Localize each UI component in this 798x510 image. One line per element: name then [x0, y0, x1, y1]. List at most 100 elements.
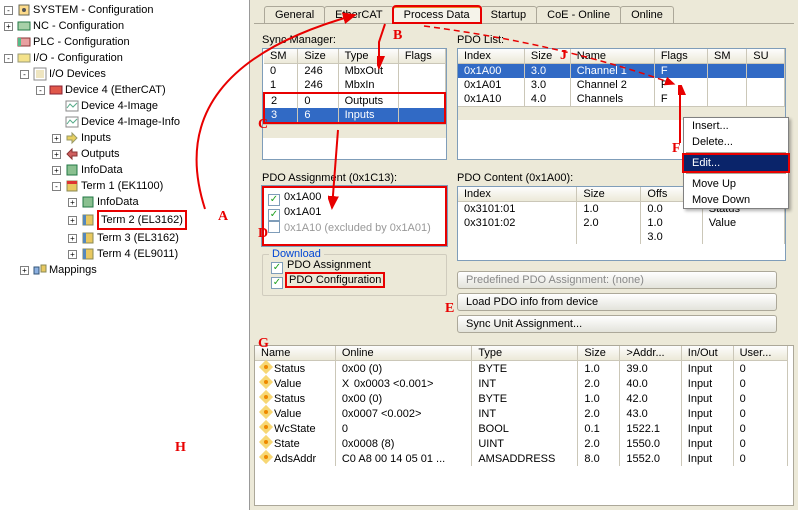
tree-item[interactable]: +Term 3 (EL3162): [2, 230, 249, 246]
column-header[interactable]: Index: [458, 187, 577, 202]
column-header[interactable]: Size: [578, 346, 620, 361]
tree-item[interactable]: PLC - Configuration: [2, 34, 249, 50]
menu-item[interactable]: Move Down: [684, 192, 788, 208]
expand-icon[interactable]: +: [68, 250, 77, 259]
column-header[interactable]: SM: [264, 49, 298, 64]
download-item[interactable]: PDO Configuration: [271, 274, 438, 289]
context-menu[interactable]: Insert...Delete... Edit... Move UpMove Dow…: [683, 117, 789, 209]
expand-icon[interactable]: +: [68, 216, 77, 225]
tree-item[interactable]: - SYSTEM - Configuration: [2, 2, 249, 18]
checkbox-icon[interactable]: [271, 277, 283, 289]
sync-manager-grid[interactable]: SMSizeTypeFlags0246MbxOut1246MbxIn20Outp…: [262, 48, 447, 160]
table-row[interactable]: Status0x00 (0)BYTE1.039.0Input0: [255, 361, 787, 377]
sync-unit-button[interactable]: Sync Unit Assignment...: [457, 315, 777, 333]
expand-icon[interactable]: +: [4, 22, 13, 31]
tree-item[interactable]: + Term 4 (EL9011): [2, 246, 249, 262]
table-row[interactable]: 0x3101:022.01.0Value: [458, 216, 785, 230]
tree-item[interactable]: Device 4-Image-Info: [2, 114, 249, 130]
table-row[interactable]: 1246MbxIn: [264, 78, 445, 93]
tree-item[interactable]: -Device 4 (EtherCAT): [2, 82, 249, 98]
tree-item-label: Term 4 (EL9011): [97, 246, 178, 262]
table-row[interactable]: 0246MbxOut: [264, 64, 445, 79]
expand-icon[interactable]: +: [68, 234, 77, 243]
tab-online[interactable]: Online: [620, 6, 674, 23]
column-header[interactable]: SM: [707, 49, 746, 64]
tree-item[interactable]: +InfoData: [2, 194, 249, 210]
checkbox-icon[interactable]: [268, 194, 280, 206]
tab-process-data[interactable]: Process Data: [393, 6, 481, 23]
navigation-tree[interactable]: - SYSTEM - Configuration+NC - Configurati…: [0, 0, 250, 510]
tree-item[interactable]: +InfoData: [2, 162, 249, 178]
tree-item[interactable]: +Mappings: [2, 262, 249, 278]
column-header[interactable]: Name: [570, 49, 654, 64]
tree-item-label: SYSTEM - Configuration: [33, 2, 153, 18]
column-header[interactable]: Size: [577, 187, 641, 202]
menu-item-edit[interactable]: Edit...: [684, 155, 788, 171]
tree-item[interactable]: - I/O - Configuration: [2, 50, 249, 66]
collapse-icon[interactable]: -: [20, 70, 29, 79]
load-pdo-button[interactable]: Load PDO info from device: [457, 293, 777, 311]
table-row[interactable]: 20Outputs: [264, 93, 445, 108]
pdo-list-label: PDO List:: [457, 34, 786, 46]
column-header[interactable]: Size: [298, 49, 338, 64]
table-row[interactable]: WcState0BOOL0.11522.1Input0: [255, 421, 787, 436]
download-group: Download PDO AssignmentPDO Configuration: [262, 254, 447, 296]
tree-item[interactable]: -I/O Devices: [2, 66, 249, 82]
column-header[interactable]: Type: [338, 49, 398, 64]
checkbox-icon[interactable]: [268, 209, 280, 221]
pdo-assignment-item[interactable]: 0x1A01: [268, 206, 441, 221]
tree-item[interactable]: +Outputs: [2, 146, 249, 162]
column-header[interactable]: Flags: [398, 49, 445, 64]
column-header[interactable]: Size: [524, 49, 570, 64]
tab-startup[interactable]: Startup: [480, 6, 537, 23]
tab-general[interactable]: General: [264, 6, 325, 23]
table-row[interactable]: State0x0008 (8)UINT2.01550.0Input0: [255, 436, 787, 451]
collapse-icon[interactable]: -: [4, 6, 13, 15]
column-header[interactable]: Index: [458, 49, 524, 64]
table-row[interactable]: 36Inputs: [264, 108, 445, 123]
column-header[interactable]: SU: [747, 49, 785, 64]
collapse-icon[interactable]: -: [36, 86, 45, 95]
table-row[interactable]: Value0x0007 <0.002>INT2.043.0Input0: [255, 406, 787, 421]
expand-icon[interactable]: +: [20, 266, 29, 275]
table-row[interactable]: ValueX0x0003 <0.001>INT2.040.0Input0: [255, 376, 787, 391]
checkbox-icon[interactable]: [271, 262, 283, 274]
tree-item[interactable]: Device 4-Image: [2, 98, 249, 114]
tab-ethercat[interactable]: EtherCAT: [324, 6, 393, 23]
expand-icon[interactable]: +: [52, 150, 61, 159]
tree-item-label: I/O - Configuration: [33, 50, 123, 66]
predefined-pdo-button[interactable]: Predefined PDO Assignment: (none): [457, 271, 777, 289]
table-row[interactable]: 3.0: [458, 230, 785, 244]
menu-item[interactable]: Delete...: [684, 134, 788, 150]
menu-item[interactable]: Move Up: [684, 176, 788, 192]
table-row[interactable]: AdsAddrC0 A8 00 14 05 01 ...AMSADDRESS8.…: [255, 451, 787, 466]
expand-icon[interactable]: +: [68, 198, 77, 207]
tab-coe-online[interactable]: CoE - Online: [536, 6, 621, 23]
checkbox-icon[interactable]: [268, 221, 280, 233]
column-header[interactable]: Flags: [654, 49, 707, 64]
collapse-icon[interactable]: -: [52, 182, 61, 191]
table-row[interactable]: Status0x00 (0)BYTE1.042.0Input0: [255, 391, 787, 406]
table-row[interactable]: 0x1A104.0ChannelsF: [458, 92, 785, 106]
column-header[interactable]: User...: [733, 346, 787, 361]
collapse-icon[interactable]: -: [4, 54, 13, 63]
pdo-assignment-item[interactable]: 0x1A10 (excluded by 0x1A01): [268, 221, 441, 234]
table-row[interactable]: 0x1A003.0Channel 1F: [458, 64, 785, 79]
column-header[interactable]: Type: [472, 346, 578, 361]
column-header[interactable]: Online: [335, 346, 471, 361]
menu-item[interactable]: Insert...: [684, 118, 788, 134]
table-row[interactable]: 0x1A013.0Channel 2F: [458, 78, 785, 92]
column-header[interactable]: In/Out: [681, 346, 733, 361]
tree-item[interactable]: +Inputs: [2, 130, 249, 146]
column-header[interactable]: >Addr...: [620, 346, 681, 361]
tree-item[interactable]: +NC - Configuration: [2, 18, 249, 34]
expand-icon[interactable]: +: [52, 166, 61, 175]
column-header[interactable]: Name: [255, 346, 335, 361]
pdo-assignment-box[interactable]: 0x1A000x1A010x1A10 (excluded by 0x1A01): [262, 186, 447, 246]
variables-grid[interactable]: NameOnlineTypeSize>Addr...In/OutUser...S…: [254, 345, 794, 506]
expand-icon[interactable]: +: [52, 134, 61, 143]
tree-item[interactable]: -Term 1 (EK1100): [2, 178, 249, 194]
download-item[interactable]: PDO Assignment: [271, 259, 438, 274]
tree-item[interactable]: +Term 2 (EL3162): [2, 210, 249, 230]
pdo-assignment-item[interactable]: 0x1A00: [268, 191, 441, 206]
